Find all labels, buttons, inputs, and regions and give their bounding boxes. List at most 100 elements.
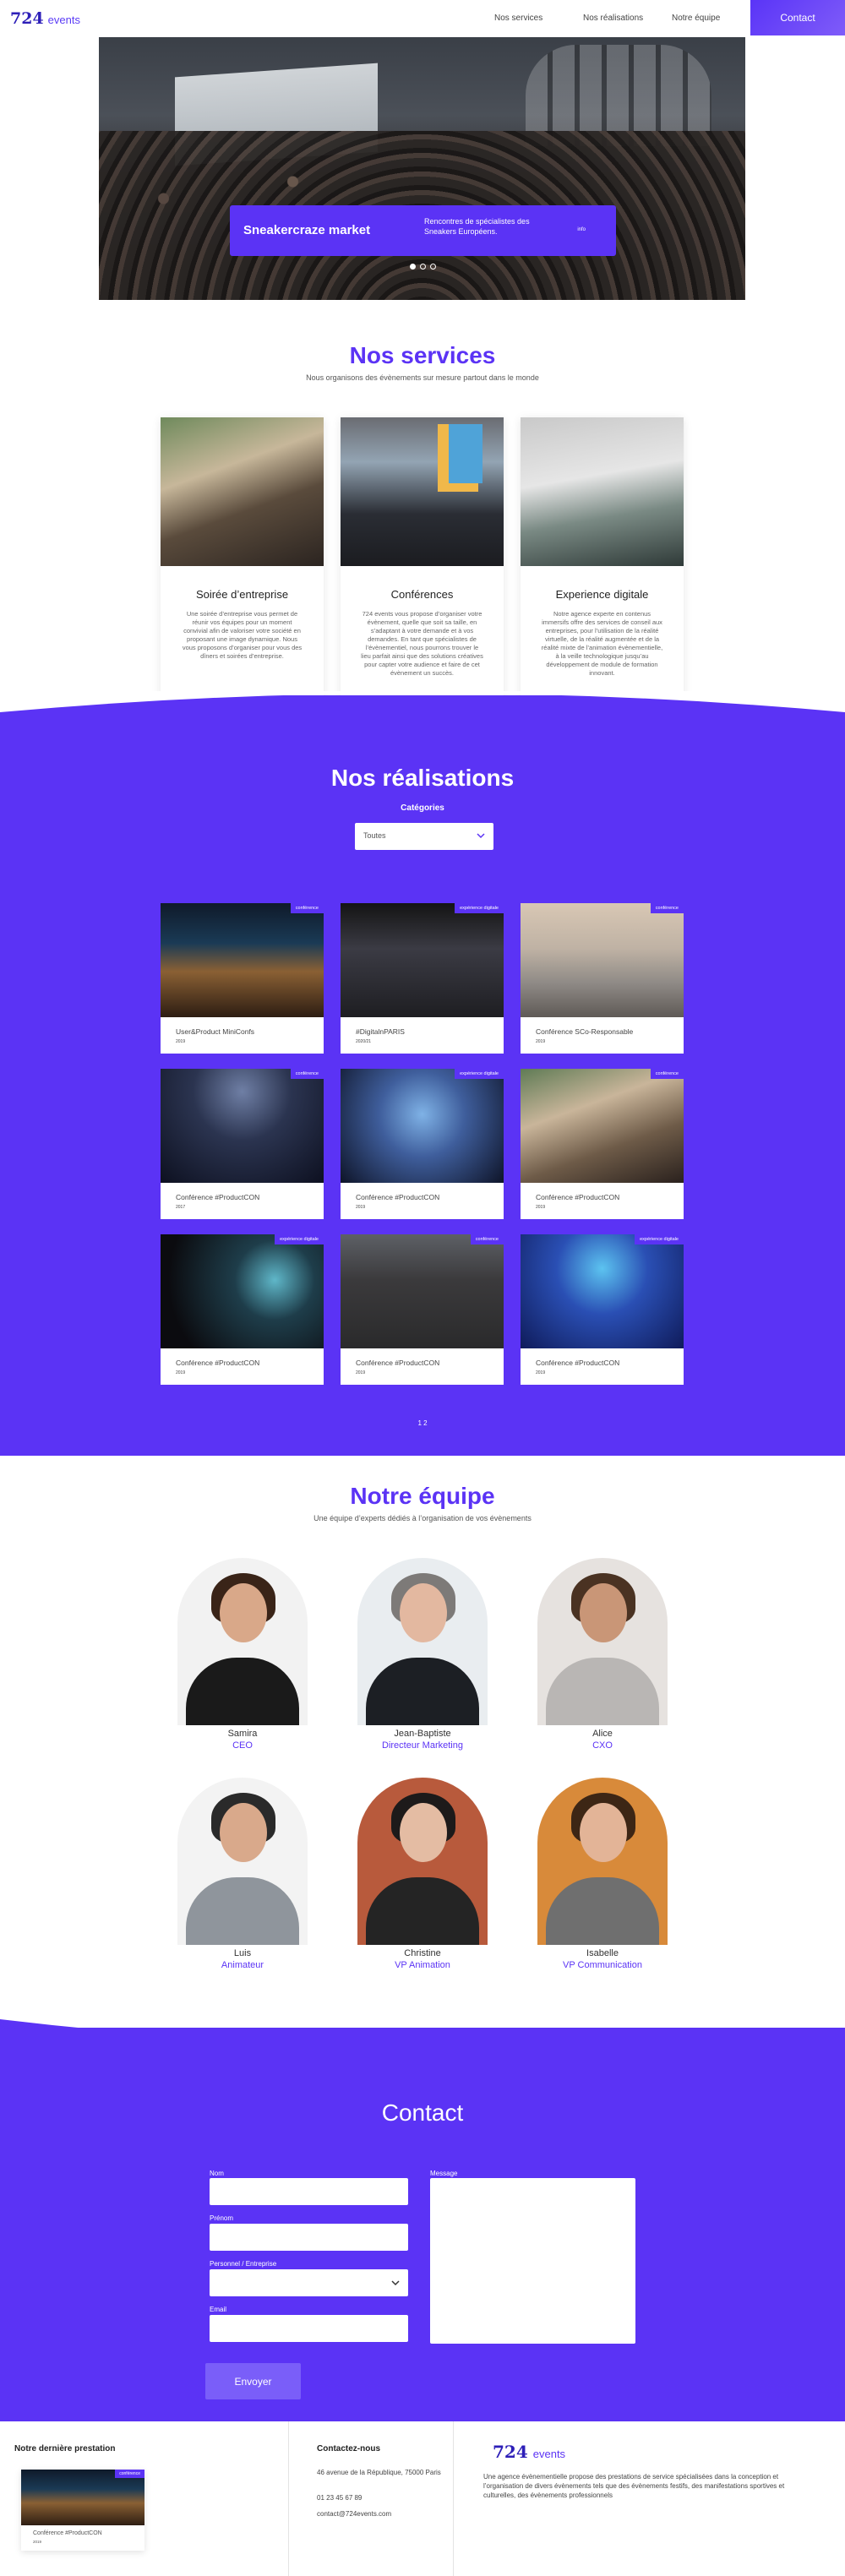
realisation-image (341, 1069, 504, 1183)
realisation-year: 2019 (356, 1370, 366, 1375)
footer-logo[interactable]: 724 events (493, 2442, 565, 2462)
nav-link-services[interactable]: Nos services (494, 14, 583, 23)
realisation-image (521, 903, 684, 1017)
realisation-title: Conférence #ProductCON (356, 1193, 440, 1201)
member-name: Jean-Baptiste (394, 1729, 451, 1739)
hero-description: Rencontres de spécialistes des Sneakers … (424, 217, 530, 236)
realisation-year: 2019 (356, 1205, 366, 1210)
email-label: Email (210, 2306, 227, 2313)
realisation-year: 2019 (536, 1370, 546, 1375)
realisation-card[interactable]: expérience digitale #DigitalnPARIS 2020/21 (341, 903, 504, 1054)
contact-title: Contact (381, 2099, 464, 2126)
realisation-image (161, 1234, 324, 1348)
realisation-card[interactable]: conférence Conférence #ProductCON 2019 (341, 1234, 504, 1385)
team-member: Samira CEO (177, 1558, 308, 1751)
team-member: Christine VP Animation (357, 1778, 488, 1970)
realisations-title: Nos réalisations (330, 765, 515, 791)
footer-phone: 01 23 45 67 89 (317, 2494, 363, 2502)
team-member: Jean-Baptiste Directeur Marketing (357, 1558, 488, 1751)
realisation-title: Conférence #ProductCON (176, 1193, 260, 1201)
realisation-tag: conférence (470, 1234, 504, 1244)
contact-section (0, 2028, 845, 2425)
hero-dot[interactable] (430, 264, 436, 270)
footer-logo-number: 724 (493, 2442, 528, 2462)
hero-dot[interactable] (420, 264, 426, 270)
realisation-tag: expérience digitale (635, 1234, 684, 1244)
hero-dot[interactable] (410, 264, 416, 270)
member-name: Luis (233, 1948, 252, 1958)
realisation-title: #DigitalnPARIS (356, 1027, 405, 1036)
realisation-card[interactable]: expérience digitale Conférence #ProductCO… (521, 1234, 684, 1385)
wave-bottom (0, 1456, 845, 1470)
member-photo (177, 1778, 308, 1945)
hero-pagination (410, 264, 436, 270)
nav-contact-button[interactable]: Contact (750, 0, 845, 35)
realisation-year: 2019 (176, 1039, 186, 1044)
realisation-tag: conférence (650, 1069, 684, 1079)
realisation-title: Conférence SCo-Responsable (536, 1027, 634, 1036)
realisation-card[interactable]: conférence Conférence SCo-Responsable 2019 (521, 903, 684, 1054)
service-image (161, 417, 324, 566)
member-role: CXO (592, 1740, 613, 1751)
footer-about: Une agence évènementielle propose des pr… (483, 2473, 785, 2499)
realisation-tag: conférence (650, 903, 684, 913)
nav-link-realisations[interactable]: Nos réalisations (583, 14, 672, 23)
message-label: Message (430, 2170, 458, 2177)
service-card: Experience digitale Notre agence experte… (521, 417, 684, 700)
wave-top (0, 691, 845, 712)
email-input[interactable] (210, 2315, 408, 2342)
realisation-title: Conférence #ProductCON (176, 1359, 260, 1367)
member-photo (357, 1558, 488, 1725)
realisation-card[interactable]: conférence Conférence #ProductCON 2019 (521, 1069, 684, 1219)
services-subtitle: Nous organisons des évènements sur mesur… (306, 373, 539, 382)
realisation-card[interactable]: expérience digitale Conférence #ProductCO… (161, 1234, 324, 1385)
realisation-tag: expérience digitale (455, 1069, 504, 1079)
message-textarea[interactable] (430, 2178, 635, 2344)
realisation-card[interactable]: conférence User&Product MiniConfs 2019 (161, 903, 324, 1054)
member-role: Animateur (221, 1960, 264, 1970)
nav-link-team[interactable]: Notre équipe (672, 14, 760, 23)
member-role: VP Communication (563, 1960, 642, 1970)
footer-last-title: Notre dernière prestation (14, 2444, 116, 2453)
member-photo (177, 1558, 308, 1725)
send-button[interactable]: Envoyer (205, 2363, 301, 2399)
service-card: Conférences 724 events vous propose d’or… (341, 417, 504, 700)
footer-last-card[interactable]: conférence Conférence #ProductCON 2019 (21, 2470, 144, 2551)
realisation-year: 2019 (536, 1039, 546, 1044)
service-text: 724 events vous propose d’organiser votr… (361, 610, 483, 677)
member-name: Christine (404, 1948, 441, 1958)
logo-number: 724 (10, 9, 44, 28)
realisation-tag: conférence (290, 1069, 324, 1079)
footer-email[interactable]: contact@724events.com (317, 2509, 391, 2519)
logo-text: events (47, 14, 80, 26)
realisation-card[interactable]: expérience digitale Conférence #ProductCO… (341, 1069, 504, 1219)
type-label: Personnel / Entreprise (210, 2260, 277, 2268)
realisation-image (521, 1234, 684, 1348)
realisation-title: Conférence #ProductCON (536, 1193, 620, 1201)
team-title: Notre équipe (350, 1483, 495, 1509)
realisation-card[interactable]: conférence Conférence #ProductCON 2017 (161, 1069, 324, 1219)
logo[interactable]: 724 events (10, 9, 80, 28)
team-member: Isabelle VP Communication (537, 1778, 668, 1970)
prenom-input[interactable] (210, 2224, 408, 2251)
service-card: Soirée d’entreprise Une soirée d’entrepr… (161, 417, 324, 700)
footer-divider (453, 2421, 454, 2576)
realisation-title: User&Product MiniConfs (176, 1027, 255, 1036)
member-name: Isabelle (586, 1948, 619, 1958)
member-role: VP Animation (395, 1960, 450, 1970)
prenom-label: Prénom (210, 2214, 234, 2222)
realisations-pager[interactable]: 1 2 (0, 1419, 845, 1427)
type-select[interactable] (210, 2269, 408, 2296)
service-title: Conférences (390, 588, 454, 601)
service-image (341, 417, 504, 566)
member-role: CEO (232, 1740, 253, 1751)
services-title: Nos services (349, 342, 496, 368)
realisation-tag: expérience digitale (275, 1234, 324, 1244)
service-title: Soirée d’entreprise (195, 588, 289, 601)
top-nav: 724 events Nos services Nos réalisations… (0, 0, 845, 37)
realisation-title: Conférence #ProductCON (536, 1359, 620, 1367)
nom-input[interactable] (210, 2178, 408, 2205)
service-text: Notre agence experte en contenus immersi… (541, 610, 663, 677)
category-select[interactable]: Toutes (355, 823, 493, 850)
realisation-tag: conférence (290, 903, 324, 913)
